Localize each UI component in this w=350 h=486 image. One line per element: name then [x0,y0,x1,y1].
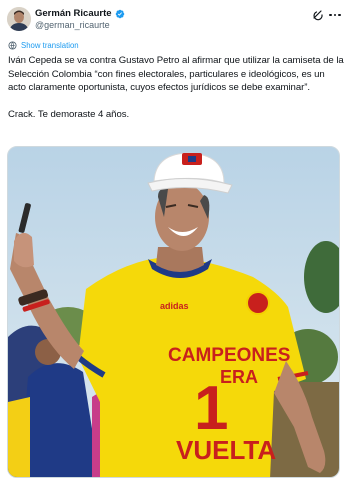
tweet-card: Germán Ricaurte @german_ricaurte Show tr… [0,0,350,486]
translate-icon [8,41,17,50]
author-avatar[interactable] [7,7,31,31]
brand-text: adidas [160,301,189,311]
shirt-text-vuelta: VUELTA [176,435,276,465]
cap-logo [188,156,196,162]
show-translation-link[interactable]: Show translation [21,41,79,50]
avatar-photo [7,7,31,31]
tweet-paragraph-1: Iván Cepeda se va contra Gustavo Petro a… [8,55,344,94]
federation-crest [246,291,270,315]
translate-row[interactable]: Show translation [8,41,79,50]
crowd-person [8,397,30,477]
tweet-photo[interactable]: adidas CAMPEONES 1 ERA VUELTA [7,146,340,478]
photo-scene: adidas CAMPEONES 1 ERA VUELTA [8,147,339,477]
verified-badge-icon [115,9,124,18]
grok-icon[interactable] [312,9,324,21]
author-handle[interactable]: @german_ricaurte [35,20,110,30]
author-display-name[interactable]: Germán Ricaurte [35,8,112,19]
tweet-text: Iván Cepeda se va contra Gustavo Petro a… [8,54,344,122]
shirt-text-era: ERA [220,367,258,387]
author-name-row: Germán Ricaurte [35,8,125,19]
more-options-icon[interactable] [328,10,342,20]
hand [14,232,34,268]
shirt-text-campeones: CAMPEONES [168,345,290,366]
tweet-paragraph-2: Crack. Te demoraste 4 años. [8,109,130,121]
